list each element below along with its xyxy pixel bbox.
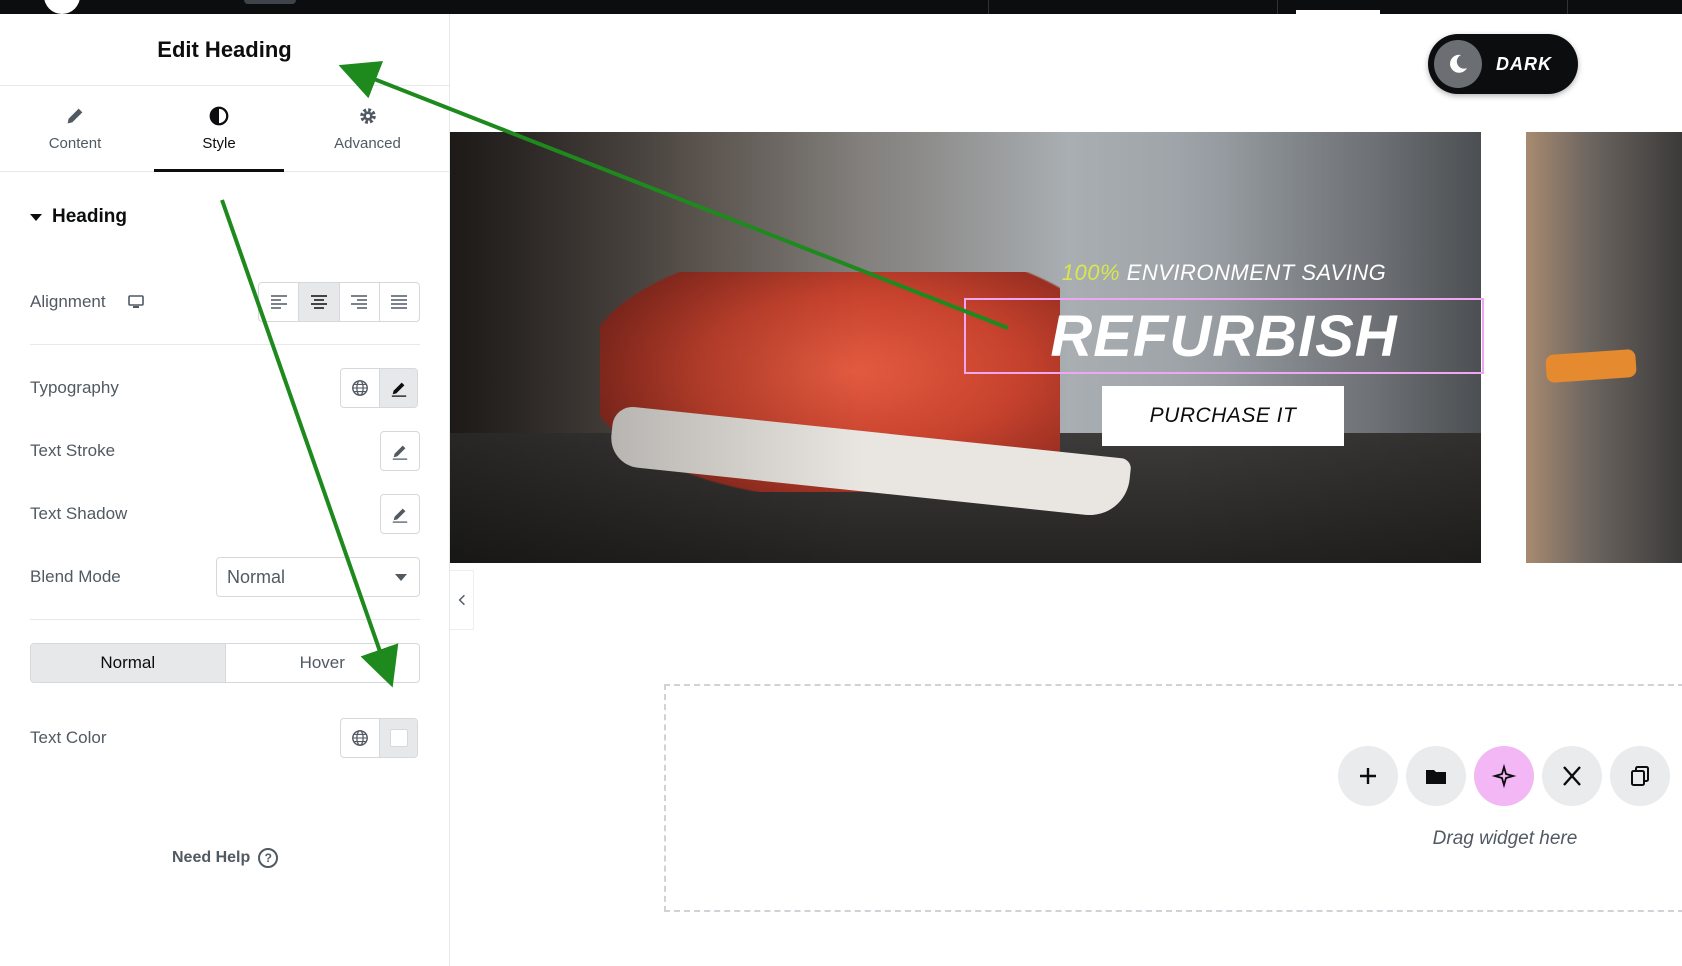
collapse-panel-button[interactable]	[450, 570, 474, 630]
section-title: Heading	[52, 206, 127, 227]
state-hover-tab[interactable]: Hover	[226, 644, 420, 682]
orange-wristband	[1545, 348, 1637, 384]
elementor-logo-icon[interactable]	[44, 0, 80, 14]
state-toggle: Normal Hover	[30, 643, 420, 683]
toolbar-active-indicator	[1296, 10, 1380, 14]
divider	[30, 344, 420, 345]
align-right-icon	[351, 295, 368, 309]
selected-heading-widget[interactable]: REFURBISH	[964, 298, 1484, 374]
need-help-link[interactable]: Need Help ?	[172, 848, 279, 868]
text-color-label: Text Color	[30, 728, 107, 747]
globe-icon	[352, 730, 368, 746]
text-shadow-control	[380, 494, 420, 534]
edit-text-shadow-button[interactable]	[381, 495, 419, 533]
paste-button[interactable]	[1610, 746, 1670, 806]
toolbar-chip[interactable]	[244, 0, 296, 4]
section-heading-toggle[interactable]: Heading	[30, 206, 127, 228]
align-right-button[interactable]	[340, 283, 380, 321]
toolbar-divider	[988, 0, 989, 14]
tab-content[interactable]: Content	[0, 86, 150, 171]
global-color-button[interactable]	[341, 719, 379, 757]
chevron-down-icon	[395, 574, 407, 581]
alignment-label-text: Alignment	[30, 292, 106, 311]
drop-zone-label: Drag widget here	[1432, 828, 1578, 849]
panel-tabs: Content Style Advanced	[0, 86, 449, 172]
color-picker-button[interactable]	[379, 719, 417, 757]
hero-kicker[interactable]: 100% ENVIRONMENT SAVING	[964, 260, 1484, 286]
panel-title: Edit Heading	[157, 36, 292, 62]
align-left-button[interactable]	[259, 283, 300, 321]
text-shadow-label: Text Shadow	[30, 504, 128, 523]
x-logo-button[interactable]	[1542, 746, 1602, 806]
caret-down-icon	[30, 213, 42, 221]
moon-icon	[1434, 40, 1482, 88]
blend-mode-value: Normal	[227, 567, 286, 587]
question-icon: ?	[258, 848, 279, 868]
top-toolbar	[0, 0, 1682, 14]
align-justify-button[interactable]	[380, 283, 419, 321]
contrast-icon	[209, 106, 229, 126]
color-swatch	[389, 729, 408, 747]
typography-label: Typography	[30, 378, 119, 397]
need-help-label: Need Help	[172, 849, 251, 866]
align-center-button[interactable]	[299, 283, 340, 321]
align-left-icon	[270, 295, 287, 309]
toolbar-divider	[1277, 0, 1278, 14]
edit-typography-button[interactable]	[379, 369, 417, 407]
state-normal-tab[interactable]: Normal	[31, 644, 226, 682]
blend-mode-select[interactable]: Normal	[216, 557, 420, 597]
add-widget-button[interactable]	[1338, 746, 1398, 806]
pencil-icon	[391, 382, 406, 397]
tab-label: Advanced	[334, 135, 401, 152]
tab-label: Content	[48, 135, 102, 152]
pencil-icon	[67, 108, 83, 124]
tab-label: Style	[202, 135, 236, 152]
blend-mode-label: Blend Mode	[30, 567, 121, 586]
kicker-text: ENVIRONMENT SAVING	[1120, 260, 1387, 285]
hero-headline: REFURBISH	[1050, 303, 1398, 369]
panel-header: Edit Heading	[0, 14, 449, 86]
editor-panel: Edit Heading Content Style Advanced Head…	[0, 14, 450, 966]
text-stroke-label: Text Stroke	[30, 441, 116, 460]
text-color-control	[340, 718, 418, 758]
tab-advanced[interactable]: Advanced	[286, 86, 449, 171]
folder-icon	[1426, 770, 1446, 784]
template-library-button[interactable]	[1406, 746, 1466, 806]
ai-generate-button[interactable]	[1474, 746, 1534, 806]
globe-icon	[352, 380, 368, 396]
typography-control	[340, 368, 418, 408]
gear-icon	[359, 108, 376, 124]
plus-icon	[1360, 768, 1376, 784]
edit-text-stroke-button[interactable]	[381, 432, 419, 470]
text-stroke-control	[380, 431, 420, 471]
tab-style[interactable]: Style	[152, 86, 286, 172]
dark-mode-toggle[interactable]: DARK	[1428, 34, 1578, 94]
align-center-icon	[310, 295, 327, 309]
toolbar-divider	[1567, 0, 1568, 14]
purchase-button[interactable]: PURCHASE IT	[1102, 386, 1344, 446]
x-logo-icon	[1563, 766, 1581, 786]
global-typography-button[interactable]	[341, 369, 379, 407]
copy-icon	[1631, 766, 1649, 786]
pencil-icon	[392, 445, 408, 460]
divider	[30, 619, 420, 620]
alignment-label: Alignment	[30, 292, 144, 312]
ai-sparkle-icon	[1492, 764, 1516, 788]
align-justify-icon	[391, 295, 408, 309]
drop-zone-actions	[1338, 746, 1670, 806]
alignment-control	[258, 282, 420, 322]
pencil-icon	[392, 508, 408, 523]
dark-toggle-label: DARK	[1496, 53, 1552, 74]
hero-image-next-slide	[1526, 132, 1682, 563]
kicker-highlight: 100%	[1061, 260, 1121, 285]
desktop-icon[interactable]	[127, 295, 144, 309]
chevron-left-icon	[458, 594, 465, 606]
